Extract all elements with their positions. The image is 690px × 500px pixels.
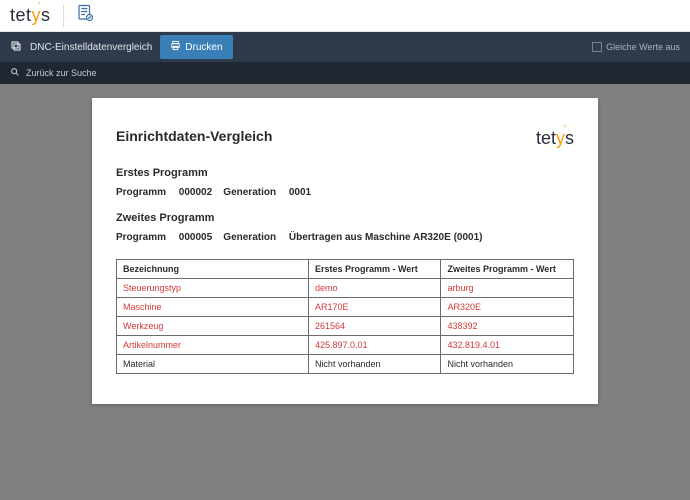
table-header-row: Bezeichnung Erstes Programm - Wert Zweit… [117, 260, 574, 279]
table-cell: Artikelnummer [117, 336, 309, 355]
app-logo: tetys′ [10, 5, 51, 26]
col-header-v1: Erstes Programm - Wert [308, 260, 441, 279]
filter-same-values-checkbox[interactable]: Gleiche Werte aus [592, 42, 680, 52]
table-row: Artikelnummer425.897.0.01432.819.4.01 [117, 336, 574, 355]
program1-label-program: Programm [116, 187, 166, 198]
program2-value-generation: Übertragen aus Maschine AR320E (0001) [289, 232, 483, 243]
table-cell: Nicht vorhanden [441, 355, 574, 374]
table-row: MaterialNicht vorhandenNicht vorhanden [117, 355, 574, 374]
program1-heading: Erstes Programm [116, 167, 574, 179]
program2-heading: Zweites Programm [116, 212, 574, 224]
table-cell: Nicht vorhanden [308, 355, 441, 374]
program1-line: Programm 000002 Generation 0001 [116, 187, 574, 198]
copy-icon [10, 40, 22, 55]
program1-value-generation: 0001 [289, 187, 311, 198]
table-cell: 425.897.0.01 [308, 336, 441, 355]
ribbon-bar: DNC-Einstelldatenvergleich Drucken Gleic… [0, 32, 690, 62]
program1-value-program: 000002 [179, 187, 212, 198]
table-cell: AR170E [308, 298, 441, 317]
top-bar: tetys′ [0, 0, 690, 32]
report-page: Einrichtdaten-Vergleich tetys′ Erstes Pr… [92, 98, 598, 404]
col-header-label: Bezeichnung [117, 260, 309, 279]
table-cell: 438392 [441, 317, 574, 336]
program2-label-generation: Generation [223, 232, 276, 243]
comparison-table: Bezeichnung Erstes Programm - Wert Zweit… [116, 259, 574, 374]
search-icon [10, 67, 20, 79]
program2-line: Programm 000005 Generation Übertragen au… [116, 232, 574, 243]
program2-value-program: 000005 [179, 232, 212, 243]
table-cell: Material [117, 355, 309, 374]
report-title: Einrichtdaten-Vergleich [116, 128, 272, 144]
preview-canvas: Einrichtdaten-Vergleich tetys′ Erstes Pr… [0, 84, 690, 500]
print-icon [170, 40, 181, 54]
table-cell: arburg [441, 279, 574, 298]
table-cell: 432.819.4.01 [441, 336, 574, 355]
print-button[interactable]: Drucken [160, 35, 232, 59]
divider [63, 5, 64, 27]
table-row: Steuerungstypdemoarburg [117, 279, 574, 298]
document-check-icon [76, 3, 94, 28]
table-row: MaschineAR170EAR320E [117, 298, 574, 317]
search-bar: Zurück zur Suche [0, 62, 690, 84]
table-row: Werkzeug261564438392 [117, 317, 574, 336]
table-cell: demo [308, 279, 441, 298]
checkbox-icon [592, 42, 602, 52]
back-to-search-link[interactable]: Zurück zur Suche [26, 68, 97, 78]
report-logo: tetys′ [536, 128, 574, 149]
table-cell: Steuerungstyp [117, 279, 309, 298]
program1-label-generation: Generation [223, 187, 276, 198]
view-title: DNC-Einstelldatenvergleich [30, 42, 152, 53]
table-body: SteuerungstypdemoarburgMaschineAR170EAR3… [117, 279, 574, 374]
table-cell: Maschine [117, 298, 309, 317]
filter-label: Gleiche Werte aus [606, 42, 680, 52]
table-cell: Werkzeug [117, 317, 309, 336]
program2-label-program: Programm [116, 232, 166, 243]
table-cell: 261564 [308, 317, 441, 336]
col-header-v2: Zweites Programm - Wert [441, 260, 574, 279]
print-button-label: Drucken [185, 42, 222, 53]
table-cell: AR320E [441, 298, 574, 317]
